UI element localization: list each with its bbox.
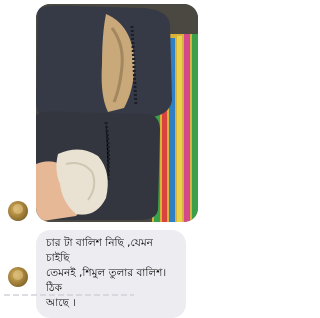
message-photo[interactable]	[36, 4, 198, 222]
sender-avatar[interactable]	[8, 267, 28, 287]
sender-avatar[interactable]	[8, 201, 28, 221]
next-message-preview	[4, 294, 134, 296]
pillow-top	[36, 5, 172, 118]
message-bubble[interactable]: চার টা বালিশ নিছি ,যেমন চাইছি তেমনই ,শিম…	[36, 230, 186, 318]
